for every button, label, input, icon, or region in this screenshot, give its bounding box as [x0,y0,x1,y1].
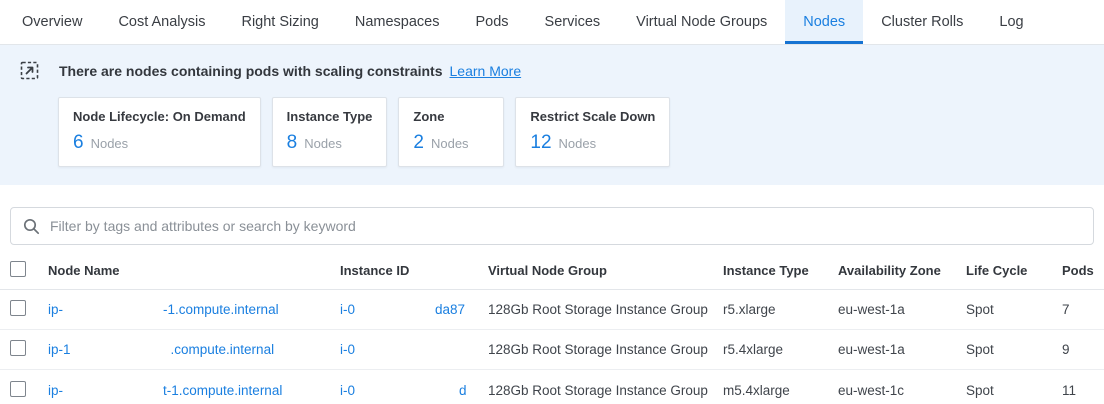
tab-cluster-rolls[interactable]: Cluster Rolls [863,0,981,44]
tab-right-sizing[interactable]: Right Sizing [223,0,336,44]
tab-virtual-node-groups[interactable]: Virtual Node Groups [618,0,785,44]
card-title: Zone [413,109,489,124]
node-name-tail: .compute.internal [171,342,275,357]
vng-cell: 128Gb Root Storage Instance Group [488,383,723,398]
card-restrict-scale-down[interactable]: Restrict Scale Down 12 Nodes [515,97,670,167]
card-value: 12 [530,132,551,154]
instance-id-link[interactable]: i-0 d [340,383,488,398]
tab-log[interactable]: Log [981,0,1041,44]
row-checkbox[interactable] [10,381,26,397]
node-name-tail: t-1.compute.internal [163,383,282,398]
node-name-prefix: ip-1 [48,342,71,357]
node-name-link[interactable]: ip-t-1.compute.internal [48,383,340,398]
node-name-link[interactable]: ip-1 .compute.internal [48,342,340,357]
column-header-life-cycle[interactable]: Life Cycle [966,263,1062,278]
card-title: Restrict Scale Down [530,109,655,124]
nodes-table: Node Name Instance ID Virtual Node Group… [0,252,1104,404]
column-header-virtual-node-group[interactable]: Virtual Node Group [488,263,723,278]
card-unit: Nodes [91,136,129,151]
card-instance-type[interactable]: Instance Type 8 Nodes [272,97,388,167]
node-name-prefix: ip- [48,302,63,317]
availability-zone-cell: eu-west-1a [838,302,966,317]
card-zone[interactable]: Zone 2 Nodes [398,97,504,167]
constraint-summary-cards: Node Lifecycle: On Demand 6 Nodes Instan… [58,97,1104,167]
column-header-node-name[interactable]: Node Name [48,263,340,278]
instance-id-prefix: i-0 [340,342,355,357]
node-name-prefix: ip- [48,383,63,398]
row-checkbox[interactable] [10,300,26,316]
instance-id-prefix: i-0 [340,383,355,398]
table-row: ip-1 .compute.internal i-0 128Gb Root Sto… [0,330,1104,370]
pods-cell: 7 [1062,302,1104,317]
card-value: 2 [413,132,424,154]
availability-zone-cell: eu-west-1a [838,342,966,357]
instance-type-cell: r5.xlarge [723,302,838,317]
scale-down-constraint-icon [20,61,39,80]
tab-nodes[interactable]: Nodes [785,0,863,44]
availability-zone-cell: eu-west-1c [838,383,966,398]
card-node-lifecycle-on-demand[interactable]: Node Lifecycle: On Demand 6 Nodes [58,97,261,167]
life-cycle-cell: Spot [966,342,1062,357]
instance-type-cell: m5.4xlarge [723,383,838,398]
cluster-tab-bar: Overview Cost Analysis Right Sizing Name… [0,0,1104,45]
search-icon [23,218,40,235]
node-name-tail: -1.compute.internal [163,302,279,317]
pods-cell: 9 [1062,342,1104,357]
table-row: ip- -1.compute.internal i-0 da87 128Gb Roo… [0,290,1104,330]
filter-search-box[interactable] [10,207,1094,245]
card-title: Instance Type [287,109,373,124]
tab-services[interactable]: Services [527,0,619,44]
tab-overview[interactable]: Overview [4,0,100,44]
filter-section [10,207,1094,245]
card-unit: Nodes [431,136,469,151]
column-header-instance-type[interactable]: Instance Type [723,263,838,278]
instance-id-prefix: i-0 [340,302,355,317]
pods-cell: 11 [1062,383,1104,398]
instance-id-link[interactable]: i-0 [340,342,488,357]
life-cycle-cell: Spot [966,302,1062,317]
column-header-instance-id[interactable]: Instance ID [340,263,488,278]
instance-id-link[interactable]: i-0 da87 [340,302,488,317]
instance-id-tail: da87 [435,302,465,317]
learn-more-link[interactable]: Learn More [450,63,522,79]
card-unit: Nodes [559,136,597,151]
life-cycle-cell: Spot [966,383,1062,398]
card-title: Node Lifecycle: On Demand [73,109,246,124]
table-header-row: Node Name Instance ID Virtual Node Group… [0,252,1104,290]
column-header-availability-zone[interactable]: Availability Zone [838,263,966,278]
vng-cell: 128Gb Root Storage Instance Group [488,302,723,317]
table-row: ip-t-1.compute.internal i-0 d 128Gb Root … [0,370,1104,404]
card-value: 6 [73,132,84,154]
card-unit: Nodes [304,136,342,151]
scaling-constraints-banner: There are nodes containing pods with sca… [0,45,1104,185]
row-checkbox[interactable] [10,340,26,356]
tab-namespaces[interactable]: Namespaces [337,0,458,44]
tab-pods[interactable]: Pods [457,0,526,44]
card-value: 8 [287,132,298,154]
tab-cost-analysis[interactable]: Cost Analysis [100,0,223,44]
select-all-checkbox[interactable] [10,261,26,277]
instance-id-tail: d [459,383,467,398]
filter-search-input[interactable] [50,218,1081,234]
instance-type-cell: r5.4xlarge [723,342,838,357]
node-name-link[interactable]: ip- -1.compute.internal [48,302,340,317]
column-header-pods[interactable]: Pods [1062,263,1104,278]
vng-cell: 128Gb Root Storage Instance Group [488,342,723,357]
alert-message: There are nodes containing pods with sca… [59,63,443,79]
alert-row: There are nodes containing pods with sca… [0,59,1104,80]
